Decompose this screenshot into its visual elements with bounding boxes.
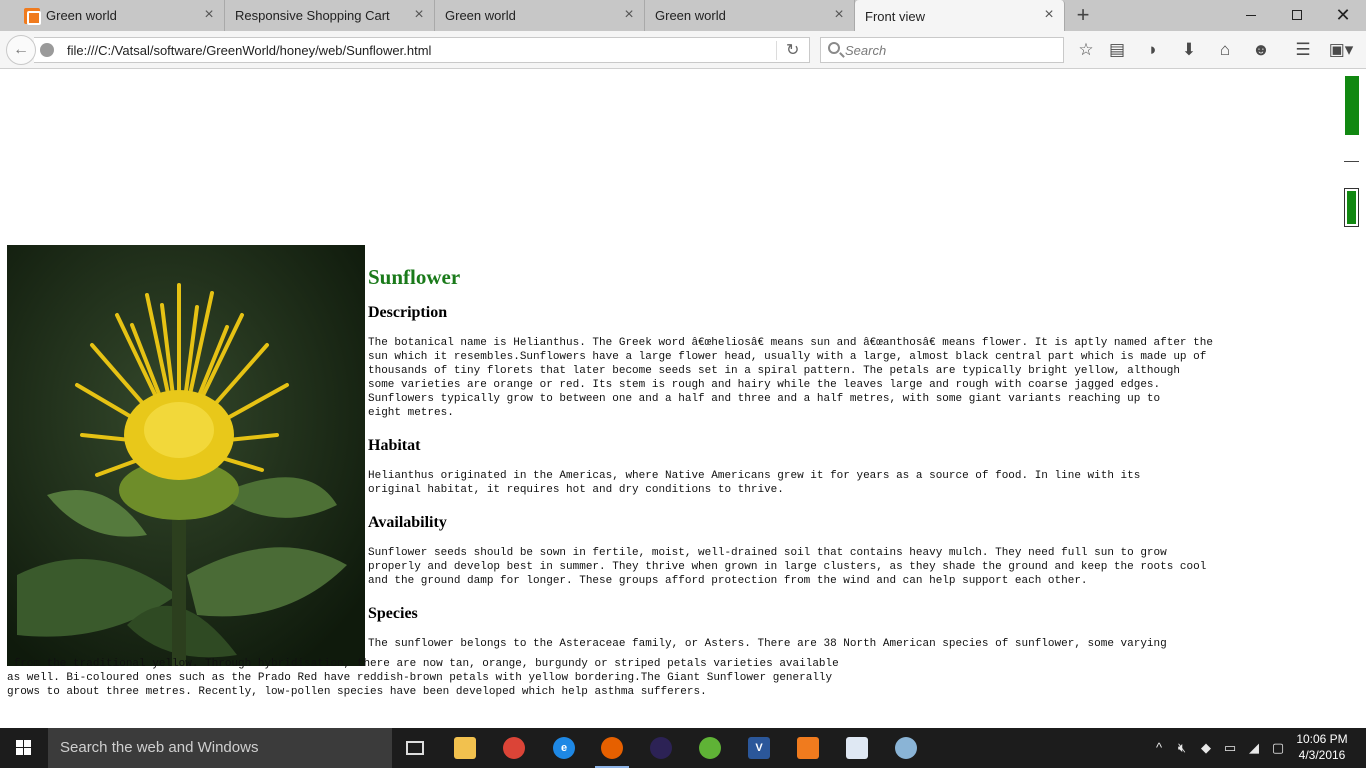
close-icon[interactable]: ×	[412, 7, 426, 23]
chrome-icon	[503, 737, 525, 759]
edge-icon: e	[553, 737, 575, 759]
green-level-widget	[1344, 188, 1359, 227]
description-text: The botanical name is Helianthus. The Gr…	[368, 337, 1213, 419]
clock-time: 10:06 PM	[1296, 732, 1348, 746]
tab-title: Green world	[655, 8, 726, 23]
restore-button[interactable]	[1274, 0, 1320, 30]
downloads-icon[interactable]: ⬇	[1178, 39, 1200, 61]
new-tab-button[interactable]: +	[1072, 4, 1094, 26]
close-icon[interactable]: ×	[1042, 7, 1056, 23]
utorrent-icon	[699, 737, 721, 759]
system-clock[interactable]: 10:06 PM 4/3/2016	[1296, 731, 1348, 763]
minimize-button[interactable]	[1228, 0, 1274, 30]
tab-strip: Green world × Responsive Shopping Cart ×…	[0, 0, 1366, 32]
species-text: The sunflower belongs to the Asteraceae …	[368, 638, 1167, 650]
cortana-search-box[interactable]: Search the web and Windows	[48, 728, 392, 768]
utorrent-button[interactable]	[693, 732, 727, 764]
close-icon[interactable]: ×	[832, 7, 846, 23]
tab-title: Responsive Shopping Cart	[235, 8, 390, 23]
document-app-button[interactable]	[840, 732, 874, 764]
reload-icon[interactable]: ↻	[786, 40, 799, 60]
file-explorer-button[interactable]	[448, 732, 482, 764]
habitat-text: Helianthus originated in the Americas, w…	[368, 470, 1141, 496]
navigation-toolbar: file:///C:/Vatsal/software/GreenWorld/ho…	[0, 31, 1366, 69]
back-arrow-icon: ←	[13, 41, 29, 58]
start-button[interactable]	[0, 728, 48, 768]
flower-graphic	[7, 245, 365, 666]
hello-chat-icon[interactable]: ☻	[1250, 39, 1272, 61]
hamburger-menu-icon[interactable]: ☰	[1292, 39, 1314, 61]
windows-logo-icon	[16, 740, 32, 756]
network-icon[interactable]: ◢	[1245, 738, 1263, 758]
firefox-button[interactable]	[595, 732, 629, 768]
tab-green-world-2[interactable]: Green world ×	[435, 0, 645, 31]
paint-palette-icon	[895, 737, 917, 759]
site-identity-icon[interactable]	[40, 43, 54, 57]
section-heading-habitat: Habitat	[368, 437, 421, 454]
divider	[1344, 161, 1359, 162]
cortana-search-text: Search the web and Windows	[60, 739, 259, 756]
bookmarks-menu-icon[interactable]: ▤	[1106, 39, 1128, 61]
xampp-icon	[797, 737, 819, 759]
battery-icon[interactable]: ▭	[1221, 738, 1239, 758]
folder-icon	[454, 737, 476, 759]
section-heading-availability: Availability	[368, 514, 447, 531]
close-icon[interactable]: ×	[202, 7, 216, 23]
volume-muted-icon[interactable]: 🔇︎	[1173, 738, 1191, 758]
minimize-icon	[1246, 14, 1256, 16]
tab-shopping-cart[interactable]: Responsive Shopping Cart ×	[225, 0, 435, 31]
section-heading-description: Description	[368, 304, 448, 321]
section-heading-species: Species	[368, 605, 418, 622]
eclipse-button[interactable]	[644, 732, 678, 764]
tab-title: Green world	[445, 8, 516, 23]
firefox-icon	[601, 737, 623, 759]
article-content: Sunflower Description The botanical name…	[368, 265, 1278, 651]
edge-button[interactable]: e	[547, 732, 581, 764]
action-center-icon[interactable]: ▢	[1269, 738, 1287, 758]
chrome-button[interactable]	[497, 732, 531, 764]
document-icon	[846, 737, 868, 759]
xampp-button[interactable]	[791, 732, 825, 764]
close-window-button[interactable]: ✕	[1320, 0, 1366, 30]
close-icon[interactable]: ×	[622, 7, 636, 23]
clock-date: 4/3/2016	[1298, 748, 1346, 762]
extension-icon[interactable]: ▣▾	[1326, 39, 1356, 61]
pocket-icon[interactable]: ◗	[1142, 39, 1164, 61]
task-view-icon	[406, 741, 424, 755]
page-title: Sunflower	[368, 265, 461, 289]
visual-studio-icon: V	[748, 737, 770, 759]
species-text-continued: from the traditional yellow. Through hyb…	[7, 658, 839, 698]
chevron-up-icon[interactable]: ^	[1150, 738, 1168, 758]
availability-text: Sunflower seeds should be sown in fertil…	[368, 547, 1207, 587]
tab-title: Front view	[865, 8, 925, 24]
tab-title: Green world	[46, 8, 117, 23]
paint-button[interactable]	[889, 732, 923, 764]
tab-green-world-1[interactable]: Green world ×	[14, 0, 225, 31]
sunflower-image	[7, 245, 365, 666]
tab-front-view[interactable]: Front view ×	[855, 0, 1065, 32]
tab-green-world-3[interactable]: Green world ×	[645, 0, 855, 31]
back-button[interactable]: ←	[6, 35, 36, 65]
dropbox-icon[interactable]: ◆	[1197, 738, 1215, 758]
web-page: Sunflower Description The botanical name…	[0, 70, 1366, 728]
search-input[interactable]	[845, 41, 1055, 59]
close-window-icon: ✕	[1335, 4, 1351, 25]
restore-icon	[1292, 10, 1302, 20]
search-bar[interactable]	[820, 37, 1064, 63]
url-bar[interactable]: file:///C:/Vatsal/software/GreenWorld/ho…	[34, 37, 810, 63]
url-text[interactable]: file:///C:/Vatsal/software/GreenWorld/ho…	[67, 43, 431, 58]
bookmark-star-icon[interactable]: ☆	[1075, 39, 1097, 61]
divider	[776, 41, 777, 60]
task-view-button[interactable]	[398, 732, 432, 764]
visual-studio-button[interactable]: V	[742, 732, 776, 764]
home-icon[interactable]: ⌂	[1214, 39, 1236, 61]
eclipse-icon	[650, 737, 672, 759]
green-bar-widget	[1345, 76, 1359, 135]
search-icon	[828, 42, 840, 54]
xampp-favicon-icon	[24, 7, 41, 25]
taskbar: Search the web and Windows e V ^ 🔇︎ ◆ ▭ …	[0, 728, 1366, 768]
